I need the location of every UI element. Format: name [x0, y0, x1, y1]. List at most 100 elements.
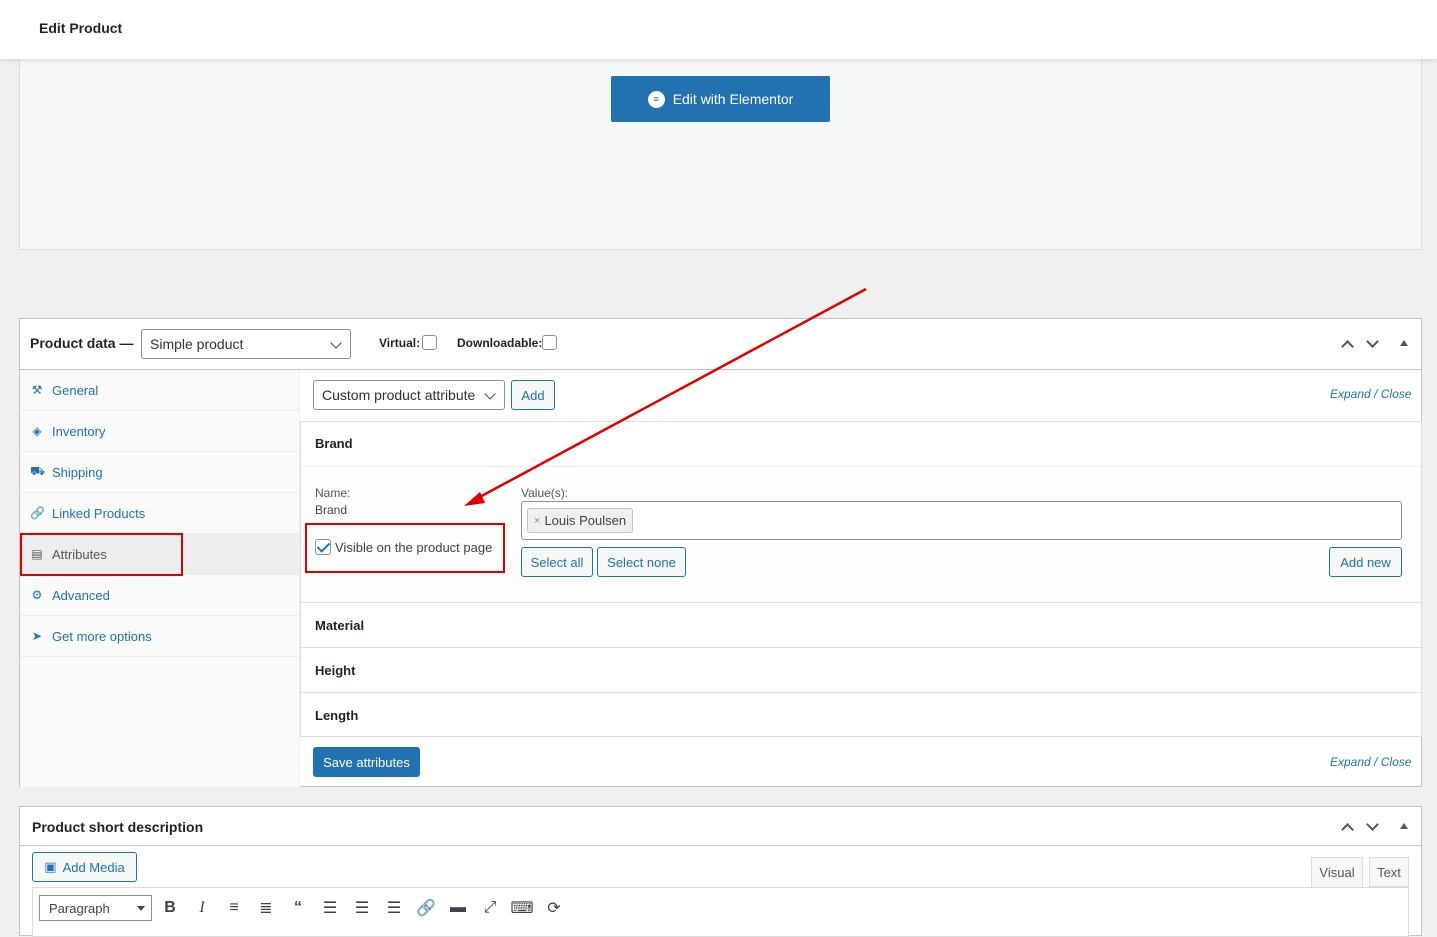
edit-with-elementor-button[interactable]: ≡ Edit with Elementor — [611, 76, 830, 122]
bold-icon[interactable]: B — [158, 896, 182, 920]
wrench-icon: ⚒ — [31, 383, 43, 397]
tag-icon: ◈ — [32, 424, 42, 438]
format-select[interactable]: Paragraph — [39, 895, 152, 921]
select-none-button[interactable]: Select none — [597, 547, 686, 577]
attributes-panel: Custom product attribute Add Expand / Cl… — [300, 370, 1422, 787]
toggle-panel-icon[interactable] — [1400, 340, 1408, 346]
media-icon: ▣ — [44, 859, 57, 874]
add-media-button[interactable]: ▣ Add Media — [32, 852, 137, 882]
expand-link[interactable]: Expand — [1330, 755, 1371, 769]
short-description-header: Product short description — [20, 807, 1421, 846]
tab-inventory[interactable]: ◈ Inventory — [20, 411, 300, 452]
tab-attributes[interactable]: ▤ Attributes — [20, 534, 300, 575]
chevron-down-icon — [137, 906, 145, 911]
attribute-brand: Brand Name: Brand Value(s): × Louis Poul… — [300, 421, 1422, 603]
attribute-material[interactable]: Material — [300, 602, 1422, 648]
chevron-down-icon — [484, 388, 496, 400]
align-right-icon[interactable]: ☰ — [382, 896, 406, 920]
plugin-icon: ➤ — [31, 629, 43, 643]
attribute-brand-body: Name: Brand Value(s): × Louis Poulsen Vi… — [301, 466, 1421, 603]
remove-icon[interactable]: × — [534, 515, 540, 527]
product-data-label: Product data — — [30, 335, 134, 351]
gear-icon: ⚙ — [31, 588, 43, 602]
downloadable-checkbox[interactable] — [542, 335, 557, 350]
attribute-name: Material — [315, 618, 365, 633]
tab-label: Inventory — [52, 423, 106, 439]
list-icon: ▤ — [31, 547, 43, 561]
add-attribute-button[interactable]: Add — [511, 380, 555, 410]
move-down-icon[interactable] — [1366, 818, 1379, 831]
move-up-icon[interactable] — [1341, 823, 1354, 836]
attribute-name: Length — [315, 708, 359, 723]
tab-text[interactable]: Text — [1369, 857, 1409, 887]
values-input[interactable]: × Louis Poulsen — [521, 501, 1402, 540]
virtual-checkbox[interactable] — [422, 335, 437, 350]
edit-with-elementor-label: Edit with Elementor — [672, 91, 794, 107]
tab-label: Get more options — [52, 628, 152, 644]
attribute-type-value: Custom product attribute — [322, 387, 476, 403]
name-value: Brand — [315, 503, 348, 517]
link-icon[interactable]: 🔗 — [414, 896, 438, 920]
refresh-icon[interactable]: ⟳ — [542, 896, 566, 920]
tab-label: Shipping — [52, 464, 103, 480]
blockquote-icon[interactable]: “ — [286, 896, 310, 920]
top-bar: Edit Product — [0, 0, 1437, 59]
close-link[interactable]: Close — [1381, 387, 1412, 401]
tab-general[interactable]: ⚒ General — [20, 370, 300, 411]
product-data-header: Product data — Simple product Virtual: D… — [20, 319, 1421, 370]
truck-icon: ⛟ — [30, 464, 46, 478]
name-label: Name: — [315, 486, 351, 500]
expand-link[interactable]: Expand — [1330, 387, 1371, 401]
italic-icon[interactable]: I — [190, 896, 214, 920]
numbered-list-icon[interactable]: ≣ — [254, 896, 278, 920]
product-data-box: Product data — Simple product Virtual: D… — [19, 318, 1422, 787]
read-more-icon[interactable]: ▬ — [446, 896, 470, 920]
product-type-value: Simple product — [150, 336, 244, 352]
editor-toolbar: Paragraph B I ≡ ≣ “ ☰ ☰ ☰ 🔗 ▬ ⤢ ⌨ ⟳ — [32, 887, 1409, 937]
attribute-height[interactable]: Height — [300, 647, 1422, 693]
attribute-name[interactable]: Brand — [315, 436, 353, 451]
select-all-button[interactable]: Select all — [521, 547, 593, 577]
tab-linked-products[interactable]: 🔗 Linked Products — [20, 493, 300, 534]
elementor-icon: ≡ — [647, 90, 665, 108]
attribute-type-select[interactable]: Custom product attribute — [313, 380, 505, 410]
move-up-icon[interactable] — [1341, 340, 1354, 353]
chevron-down-icon — [330, 337, 342, 349]
align-center-icon[interactable]: ☰ — [350, 896, 374, 920]
value-token: × Louis Poulsen — [527, 508, 634, 533]
tab-label: Advanced — [52, 587, 110, 603]
visible-checkbox[interactable] — [315, 539, 331, 555]
expand-close-bottom: Expand / Close — [1330, 755, 1412, 769]
downloadable-label: Downloadable: — [457, 336, 543, 350]
token-label: Louis Poulsen — [544, 513, 627, 528]
add-media-label: Add Media — [62, 859, 125, 875]
tab-get-more-options[interactable]: ➤ Get more options — [20, 616, 300, 657]
close-link[interactable]: Close — [1381, 755, 1412, 769]
tab-shipping[interactable]: ⛟ Shipping — [20, 452, 300, 493]
page-title: Edit Product — [39, 20, 123, 36]
expand-close-top: Expand / Close — [1330, 387, 1412, 401]
visible-label: Visible on the product page — [335, 540, 493, 555]
tab-label: Attributes — [52, 546, 107, 562]
attribute-length[interactable]: Length — [300, 692, 1422, 737]
virtual-label: Virtual: — [379, 336, 421, 350]
product-type-select[interactable]: Simple product — [141, 329, 351, 359]
elementor-panel: ≡ Edit with Elementor — [19, 56, 1422, 250]
bullet-list-icon[interactable]: ≡ — [222, 896, 246, 920]
short-description-title: Product short description — [32, 819, 204, 835]
link-icon: 🔗 — [30, 506, 45, 520]
tab-advanced[interactable]: ⚙ Advanced — [20, 575, 300, 616]
tab-label: General — [52, 382, 99, 398]
fullscreen-icon[interactable]: ⤢ — [478, 896, 502, 920]
align-left-icon[interactable]: ☰ — [318, 896, 342, 920]
save-attributes-button[interactable]: Save attributes — [313, 747, 420, 777]
format-value: Paragraph — [49, 900, 110, 916]
attribute-name: Height — [315, 663, 356, 678]
tab-visual[interactable]: Visual — [1311, 857, 1363, 888]
tab-label: Linked Products — [52, 505, 146, 521]
keyboard-icon[interactable]: ⌨ — [510, 896, 534, 920]
product-data-tabs: ⚒ General ◈ Inventory ⛟ Shipping 🔗 Linke… — [20, 370, 300, 787]
toggle-panel-icon[interactable] — [1400, 823, 1408, 829]
add-new-button[interactable]: Add new — [1329, 547, 1402, 577]
move-down-icon[interactable] — [1366, 335, 1379, 348]
